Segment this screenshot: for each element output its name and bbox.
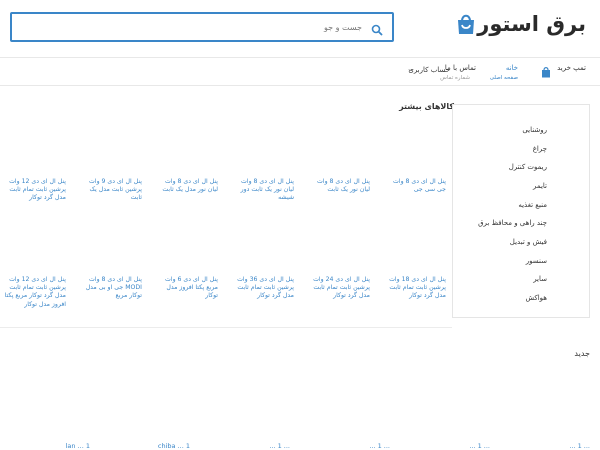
sidebar-item[interactable]: چند راهی و محافظ برق [478,219,547,227]
product-link[interactable]: chiba ... 1 [158,442,190,450]
product-link[interactable]: پنل ال ای دی 18 وات پرشین ثابت تمام ثابت… [384,276,446,301]
product-link[interactable]: ... 1 ... [469,442,490,450]
product-link[interactable]: پنل ال ای دی 8 وات لیان نور مدل یک ثابت [156,178,218,194]
sidebar-item[interactable]: چراغ [533,145,547,153]
search-icon[interactable] [371,21,383,36]
cart-link[interactable]: تمپ خرید [557,64,586,72]
product-link[interactable]: پنل ال ای دی 8 وات جی سی جی [384,178,446,194]
sidebar-item[interactable]: سایر [533,275,547,283]
nav-account[interactable]: حساب کاربری [408,66,450,74]
new-products-strip: ... 1 ... ... 1 ... ... 1 ... ... 1 ... … [0,440,600,450]
product-link[interactable]: پنل ال ای دی 24 وات پرشین ثابت تمام ثابت… [308,276,370,301]
product-link[interactable]: پنل ال ای دی 12 وات پرشین ثابت تمام ثابت… [4,178,66,203]
product-link[interactable]: پنل ال ای دی 8 وات لیان نور یک ثابت دور … [232,178,294,203]
search-box [10,12,394,42]
product-link[interactable]: پنل ال ای دی 36 وات پرشین ثابت تمام ثابت… [232,276,294,301]
search-input[interactable] [42,19,362,35]
product-link[interactable]: پنل ال ای دی 6 وات مربع پکتا افروز مدل ت… [156,276,218,301]
nav-bar: تمپ خرید خانه صفحه اصلی تماس با ما شماره… [0,58,600,86]
product-link[interactable]: پنل ال ای دی 8 وات MODI جی او بی مدل توک… [80,276,142,301]
shopping-bag-icon [455,12,477,36]
site-logo[interactable]: برق استور [452,11,586,37]
sidebar-item[interactable]: سنسور [526,257,547,265]
category-sidebar: روشنایی چراغ ریموت کنترل تایمر منبع تغذی… [452,104,590,318]
nav-home-sub: صفحه اصلی [489,75,518,81]
product-link[interactable]: پنل ال ای دی 8 وات لیان نور یک ثابت [308,178,370,194]
new-products-title: جدید [574,349,590,358]
product-link[interactable]: پنل ال ای دی 12 وات پرشین ثابت تمام ثابت… [4,276,66,309]
product-link[interactable]: lan ... 1 [66,442,90,450]
sidebar-item[interactable]: ریموت کنترل [509,163,547,171]
product-link[interactable]: ... 1 ... [569,442,590,450]
sidebar-item[interactable]: تایمر [533,182,547,190]
more-products-title: کالاهای بیشتر [399,102,454,111]
logo-text: برق استور [477,12,586,36]
nav-home[interactable]: خانه [506,64,518,72]
product-link[interactable]: پنل ال ای دی 9 وات پرشین ثابت مدل یک ثاب… [80,178,142,203]
cart-icon[interactable] [541,63,551,78]
product-link[interactable]: ... 1 ... [269,442,290,450]
site-header: برق استور [0,0,600,58]
sidebar-item[interactable]: فیش و تبدیل [510,238,547,246]
sidebar-item[interactable]: روشنایی [522,126,547,134]
sidebar-item[interactable]: هواکش [525,294,547,302]
product-link[interactable]: ... 1 ... [369,442,390,450]
chevron-down-icon[interactable]: ⌄ [407,65,413,73]
nav-contact-sub: شماره تماس [440,75,470,81]
sidebar-item[interactable]: منبع تغذیه [518,201,547,209]
products-grid: پنل ال ای دی 8 وات جی سی جی پنل ال ای دی… [0,116,452,328]
